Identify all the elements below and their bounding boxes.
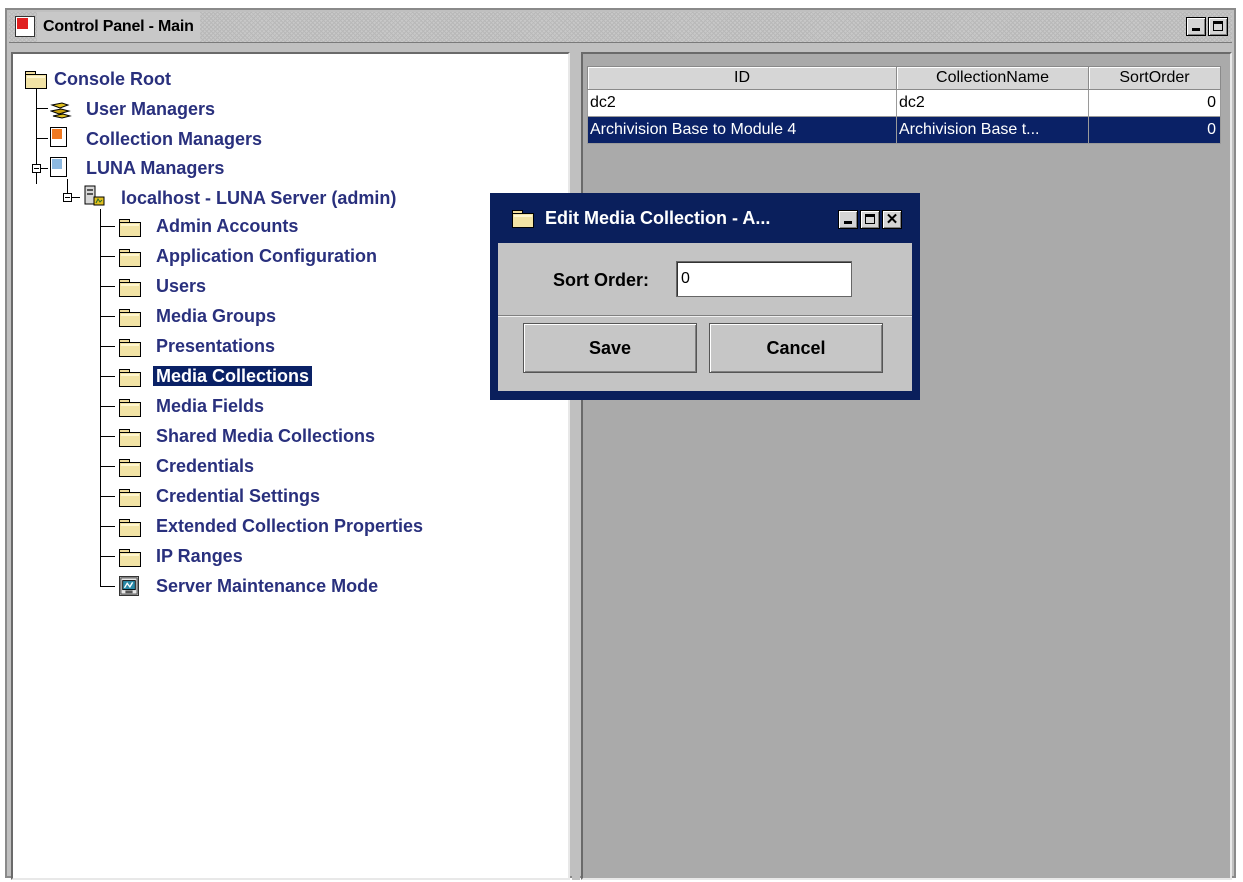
- tree-line: [100, 496, 115, 497]
- maximize-icon: [865, 214, 875, 224]
- folder-icon: [119, 249, 141, 267]
- table-row[interactable]: dc2 dc2 0: [587, 89, 1221, 117]
- folder-icon: [119, 519, 141, 537]
- tree-node-credentials[interactable]: Credentials: [153, 455, 257, 477]
- tree-node-presentations[interactable]: Presentations: [153, 335, 278, 357]
- collapse-icon[interactable]: [63, 193, 72, 202]
- maximize-button[interactable]: [1208, 17, 1228, 36]
- column-header-id[interactable]: ID: [587, 66, 897, 90]
- tree-node-luna-managers[interactable]: LUNA Managers: [83, 157, 227, 179]
- dialog-minimize-button[interactable]: [838, 210, 858, 229]
- edit-media-collection-dialog: Edit Media Collection - A... ✕ Sort Orde…: [490, 193, 920, 400]
- cell-id: Archivision Base to Module 4: [587, 116, 897, 144]
- tree-line: [100, 436, 115, 437]
- dialog-maximize-button[interactable]: [860, 210, 880, 229]
- tree-node-localhost-server[interactable]: localhost - LUNA Server (admin): [118, 187, 399, 209]
- cell-collection-name: dc2: [896, 89, 1089, 117]
- tree-line: [72, 197, 80, 198]
- tree-node-media-collections[interactable]: Media Collections: [153, 365, 313, 387]
- dialog-body: Sort Order: 0 Save Cancel: [498, 243, 912, 391]
- folder-icon: [25, 71, 47, 89]
- tree-line: [100, 556, 115, 557]
- collections-table-pane: ID CollectionName SortOrder dc2 dc2 0 Ar…: [581, 52, 1232, 880]
- tree-node-user-managers[interactable]: User Managers: [83, 98, 218, 120]
- column-header-collectionname[interactable]: CollectionName: [896, 66, 1089, 90]
- column-header-sortorder[interactable]: SortOrder: [1088, 66, 1221, 90]
- folder-icon: [119, 279, 141, 297]
- dialog-window-controls: ✕: [838, 210, 902, 229]
- tree-node-media-groups[interactable]: Media Groups: [153, 305, 279, 327]
- tree-node-users[interactable]: Users: [153, 275, 209, 297]
- control-panel-window: Control Panel - Main Console Root User M…: [5, 8, 1236, 880]
- folder-icon: [119, 309, 141, 327]
- dialog-title-bar[interactable]: Edit Media Collection - A... ✕: [490, 193, 920, 243]
- folder-icon: [119, 339, 141, 357]
- cell-collection-name: Archivision Base t...: [896, 116, 1089, 144]
- maintenance-icon: [119, 576, 139, 596]
- cell-id: dc2: [587, 89, 897, 117]
- tree-line: [36, 108, 48, 109]
- collapse-icon[interactable]: [32, 164, 41, 173]
- close-icon: ✕: [885, 211, 899, 228]
- server-icon: [84, 185, 105, 206]
- folder-icon: [119, 459, 141, 477]
- tree-line: [100, 256, 115, 257]
- cell-sort-order: 0: [1088, 89, 1221, 117]
- tree-line: [100, 286, 115, 287]
- tree-node-ip-ranges[interactable]: IP Ranges: [153, 545, 246, 567]
- tree-node-credential-settings[interactable]: Credential Settings: [153, 485, 323, 507]
- tree-line: [100, 316, 115, 317]
- title-bar[interactable]: Control Panel - Main: [9, 12, 1232, 43]
- tree-line: [100, 209, 101, 587]
- tree-node-application-configuration[interactable]: Application Configuration: [153, 245, 380, 267]
- tree-line: [100, 406, 115, 407]
- folder-icon: [119, 399, 141, 417]
- collection-managers-icon: [50, 127, 67, 147]
- folder-icon: [512, 210, 534, 228]
- minimize-icon: [844, 221, 852, 224]
- tree-line: [100, 466, 115, 467]
- dialog-title: Edit Media Collection - A...: [545, 208, 771, 228]
- folder-icon: [119, 369, 141, 387]
- minimize-button[interactable]: [1186, 17, 1206, 36]
- pane-splitter[interactable]: [572, 52, 580, 880]
- app-icon: [15, 16, 35, 37]
- dialog-separator: [498, 315, 912, 317]
- folder-icon: [119, 489, 141, 507]
- folder-icon: [119, 549, 141, 567]
- tree-line: [36, 138, 48, 139]
- luna-managers-icon: [50, 157, 67, 177]
- tree-node-shared-media-collections[interactable]: Shared Media Collections: [153, 425, 378, 447]
- tree-line: [40, 168, 48, 169]
- cell-sort-order: 0: [1088, 116, 1221, 144]
- window-title: Control Panel - Main: [37, 12, 200, 42]
- tree-line: [100, 586, 115, 587]
- tree-line: [100, 376, 115, 377]
- minimize-icon: [1192, 28, 1200, 31]
- dialog-close-button[interactable]: ✕: [882, 210, 902, 229]
- tree-node-admin-accounts[interactable]: Admin Accounts: [153, 215, 301, 237]
- maximize-icon: [1213, 21, 1223, 31]
- user-managers-icon: [50, 102, 72, 119]
- console-tree[interactable]: Console Root User Managers Collection Ma…: [11, 52, 570, 880]
- tree-line: [100, 346, 115, 347]
- table-header-row: ID CollectionName SortOrder: [587, 66, 1221, 90]
- window-controls: [1186, 17, 1228, 36]
- tree-node-extended-collection-properties[interactable]: Extended Collection Properties: [153, 515, 426, 537]
- tree-line: [100, 226, 115, 227]
- sort-order-input[interactable]: 0: [676, 261, 852, 297]
- tree-node-server-maintenance-mode[interactable]: Server Maintenance Mode: [153, 575, 381, 597]
- collections-table[interactable]: ID CollectionName SortOrder dc2 dc2 0 Ar…: [587, 66, 1221, 144]
- sort-order-label: Sort Order:: [553, 270, 650, 290]
- folder-icon: [119, 429, 141, 447]
- folder-icon: [119, 219, 141, 237]
- tree-line: [100, 526, 115, 527]
- table-row[interactable]: Archivision Base to Module 4 Archivision…: [587, 116, 1221, 144]
- cancel-button[interactable]: Cancel: [709, 323, 883, 373]
- tree-node-collection-managers[interactable]: Collection Managers: [83, 128, 265, 150]
- save-button[interactable]: Save: [523, 323, 697, 373]
- tree-node-console-root[interactable]: Console Root: [51, 68, 174, 90]
- tree-node-media-fields[interactable]: Media Fields: [153, 395, 267, 417]
